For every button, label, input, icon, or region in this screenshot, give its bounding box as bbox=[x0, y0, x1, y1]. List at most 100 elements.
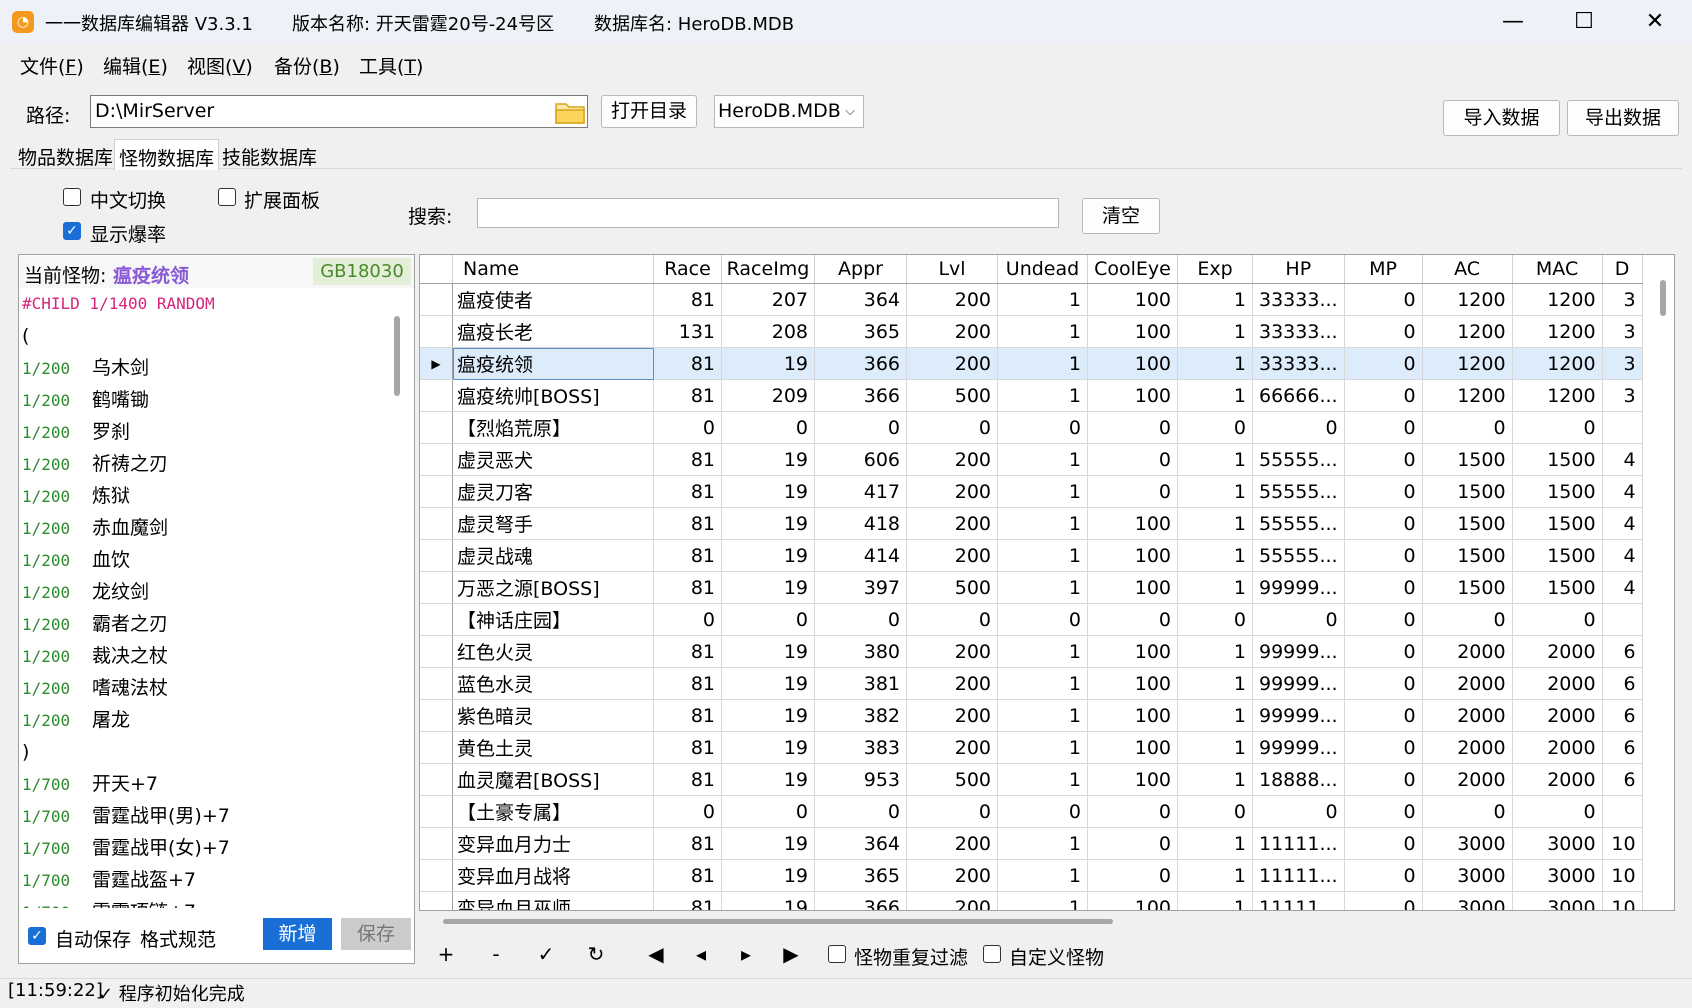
cell-exp[interactable]: 1 bbox=[1177, 731, 1253, 764]
cell-raceimg[interactable]: 19 bbox=[721, 443, 815, 476]
column-header-name[interactable]: Name bbox=[452, 255, 654, 284]
cell-mp[interactable]: 0 bbox=[1344, 571, 1423, 604]
cell-undead[interactable]: 1 bbox=[997, 731, 1088, 764]
cell-raceimg[interactable]: 19 bbox=[721, 891, 815, 910]
cell-hp[interactable]: 55555... bbox=[1252, 539, 1345, 572]
cell-appr[interactable]: 364 bbox=[814, 827, 907, 860]
cell-name[interactable]: 虚灵弩手 bbox=[452, 507, 654, 540]
cell-lvl[interactable]: 500 bbox=[906, 571, 998, 604]
cell-lvl[interactable]: 200 bbox=[906, 827, 998, 860]
cell-hp[interactable]: 99999... bbox=[1252, 571, 1345, 604]
custom-monster-checkbox[interactable] bbox=[983, 945, 1001, 963]
cell-appr[interactable]: 366 bbox=[814, 379, 907, 412]
cell-mac[interactable]: 1500 bbox=[1512, 571, 1603, 604]
cell-d[interactable]: 6 bbox=[1602, 731, 1643, 764]
cell-exp[interactable]: 0 bbox=[1177, 603, 1253, 636]
column-header-cooleye[interactable]: CoolEye bbox=[1087, 255, 1178, 284]
cell-ac[interactable]: 1500 bbox=[1422, 475, 1513, 508]
cell-mp[interactable]: 0 bbox=[1344, 827, 1423, 860]
grid-horizontal-scrollbar[interactable] bbox=[443, 919, 1113, 924]
cell-name[interactable]: 血灵魔君[BOSS] bbox=[452, 763, 654, 796]
cell-appr[interactable]: 417 bbox=[814, 475, 907, 508]
cell-exp[interactable]: 1 bbox=[1177, 763, 1253, 796]
column-header-appr[interactable]: Appr bbox=[814, 255, 907, 284]
first-record-icon[interactable]: ◀ bbox=[642, 942, 670, 966]
cell-cooleye[interactable]: 100 bbox=[1087, 571, 1178, 604]
cell-name[interactable]: 虚灵战魂 bbox=[452, 539, 654, 572]
cell-cooleye[interactable]: 100 bbox=[1087, 699, 1178, 732]
column-header-exp[interactable]: Exp bbox=[1177, 255, 1253, 284]
row-header[interactable] bbox=[420, 635, 453, 668]
column-header-d[interactable]: D bbox=[1602, 255, 1643, 284]
cell-name[interactable]: 【烈焰荒原】 bbox=[452, 411, 654, 444]
cell-appr[interactable]: 365 bbox=[814, 859, 907, 892]
table-row[interactable]: 红色火灵 81 19 380 200 1 100 1 99999... 0 2000 2000 6 bbox=[420, 635, 1643, 668]
cell-appr[interactable]: 382 bbox=[814, 699, 907, 732]
cell-mac[interactable]: 1500 bbox=[1512, 507, 1603, 540]
table-row[interactable]: 变异血月力士 81 19 364 200 1 0 1 11111... 0 3000 3000 10 bbox=[420, 827, 1643, 860]
cell-appr[interactable]: 0 bbox=[814, 411, 907, 444]
table-row[interactable]: 蓝色水灵 81 19 381 200 1 100 1 99999... 0 2000 2000 6 bbox=[420, 667, 1643, 700]
cell-lvl[interactable]: 200 bbox=[906, 635, 998, 668]
cell-appr[interactable]: 365 bbox=[814, 315, 907, 348]
cell-mac[interactable]: 0 bbox=[1512, 795, 1603, 828]
drop-list-editor[interactable]: #CHILD 1/1400 RANDOM ( 1/200 乌木剑 1/200 鹤嘴锄 1… bbox=[22, 288, 397, 908]
cell-name[interactable]: 虚灵刀客 bbox=[452, 475, 654, 508]
row-header[interactable] bbox=[420, 507, 453, 540]
cell-cooleye[interactable]: 0 bbox=[1087, 475, 1178, 508]
cell-d[interactable]: 4 bbox=[1602, 443, 1643, 476]
cell-lvl[interactable]: 200 bbox=[906, 443, 998, 476]
row-header[interactable] bbox=[420, 443, 453, 476]
cell-appr[interactable]: 397 bbox=[814, 571, 907, 604]
cell-name[interactable]: 【神话庄园】 bbox=[452, 603, 654, 636]
chinese-toggle-checkbox[interactable] bbox=[63, 188, 81, 206]
cell-raceimg[interactable]: 19 bbox=[721, 347, 815, 380]
cell-mp[interactable]: 0 bbox=[1344, 603, 1423, 636]
table-row[interactable]: 虚灵战魂 81 19 414 200 1 100 1 55555... 0 1500 1500 4 bbox=[420, 539, 1643, 572]
cell-exp[interactable]: 1 bbox=[1177, 283, 1253, 316]
cell-name[interactable]: 变异血月巫师 bbox=[452, 891, 654, 910]
column-header-raceimg[interactable]: RaceImg bbox=[721, 255, 815, 284]
cell-undead[interactable]: 1 bbox=[997, 859, 1088, 892]
path-input[interactable]: D:\MirServer bbox=[90, 95, 588, 128]
cell-exp[interactable]: 1 bbox=[1177, 507, 1253, 540]
cell-undead[interactable]: 1 bbox=[997, 315, 1088, 348]
row-header[interactable] bbox=[420, 539, 453, 572]
cell-lvl[interactable]: 500 bbox=[906, 379, 998, 412]
cell-undead[interactable]: 1 bbox=[997, 443, 1088, 476]
column-header-mac[interactable]: MAC bbox=[1512, 255, 1603, 284]
minimize-icon[interactable]: — bbox=[1480, 0, 1546, 44]
cell-exp[interactable]: 1 bbox=[1177, 571, 1253, 604]
remove-record-button[interactable]: - bbox=[482, 942, 510, 966]
cell-cooleye[interactable]: 0 bbox=[1087, 859, 1178, 892]
close-icon[interactable]: ✕ bbox=[1622, 0, 1688, 44]
cell-appr[interactable]: 364 bbox=[814, 283, 907, 316]
cell-mp[interactable]: 0 bbox=[1344, 507, 1423, 540]
cell-raceimg[interactable]: 19 bbox=[721, 827, 815, 860]
refresh-icon[interactable]: ↻ bbox=[582, 942, 610, 966]
cell-name[interactable]: 蓝色水灵 bbox=[452, 667, 654, 700]
cell-d[interactable] bbox=[1602, 603, 1643, 636]
cell-mac[interactable]: 2000 bbox=[1512, 699, 1603, 732]
cell-ac[interactable]: 1500 bbox=[1422, 539, 1513, 572]
cell-ac[interactable]: 0 bbox=[1422, 603, 1513, 636]
row-header[interactable] bbox=[420, 411, 453, 444]
cell-mac[interactable]: 1500 bbox=[1512, 475, 1603, 508]
cell-name[interactable]: 红色火灵 bbox=[452, 635, 654, 668]
cell-raceimg[interactable]: 19 bbox=[721, 539, 815, 572]
cell-race[interactable]: 81 bbox=[653, 507, 722, 540]
cell-appr[interactable]: 380 bbox=[814, 635, 907, 668]
grid-vertical-scrollbar[interactable] bbox=[1660, 280, 1666, 316]
cell-cooleye[interactable]: 100 bbox=[1087, 635, 1178, 668]
row-header[interactable] bbox=[420, 283, 453, 316]
extend-panel-checkbox[interactable] bbox=[218, 188, 236, 206]
last-record-icon[interactable]: ▶ bbox=[777, 942, 805, 966]
cell-exp[interactable]: 1 bbox=[1177, 699, 1253, 732]
cell-race[interactable]: 81 bbox=[653, 699, 722, 732]
cell-d[interactable]: 4 bbox=[1602, 475, 1643, 508]
table-row[interactable]: 虚灵恶犬 81 19 606 200 1 0 1 55555... 0 1500 1500 4 bbox=[420, 443, 1643, 476]
cell-appr[interactable]: 0 bbox=[814, 795, 907, 828]
row-header[interactable] bbox=[420, 603, 453, 636]
cell-lvl[interactable]: 200 bbox=[906, 315, 998, 348]
cell-ac[interactable]: 3000 bbox=[1422, 891, 1513, 910]
